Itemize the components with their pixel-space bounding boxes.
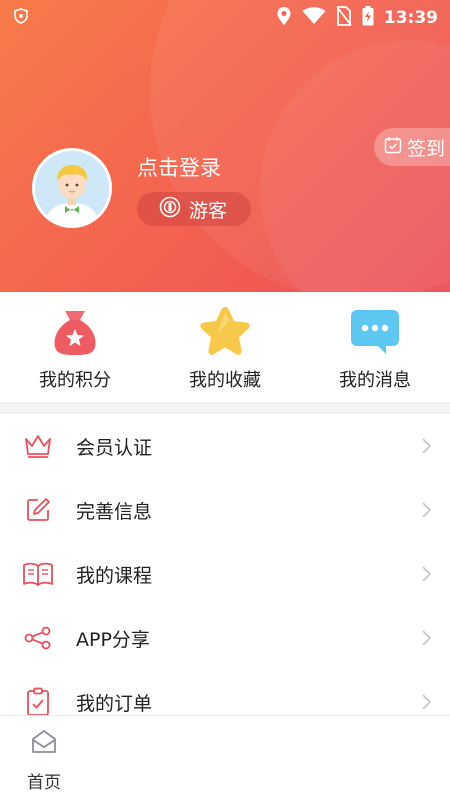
battery-charging-icon <box>362 6 374 30</box>
menu-label-share: APP分享 <box>76 628 150 651</box>
edit-icon <box>22 494 54 526</box>
menu-item-courses[interactable]: 我的课程 <box>0 542 450 606</box>
tab-home[interactable]: 首页 <box>12 728 76 793</box>
chevron-right-icon <box>420 437 432 455</box>
guest-icon <box>159 196 181 222</box>
section-divider <box>0 402 450 414</box>
chevron-right-icon <box>420 693 432 711</box>
chevron-right-icon <box>420 565 432 583</box>
bottom-tab-bar: 首页 <box>0 715 450 800</box>
menu-item-membership[interactable]: 会员认证 <box>0 414 450 478</box>
book-icon <box>22 558 54 590</box>
money-bag-icon <box>48 304 102 358</box>
quick-label-points: 我的积分 <box>39 370 111 391</box>
share-icon <box>22 622 54 654</box>
wifi-icon <box>302 7 326 29</box>
profile-header: 13:39 签到 点击登录 游客 <box>0 0 450 292</box>
default-avatar-icon <box>35 151 109 225</box>
tab-home-label: 首页 <box>27 773 61 793</box>
chevron-right-icon <box>420 629 432 647</box>
status-time: 13:39 <box>383 8 438 28</box>
menu-label-courses: 我的课程 <box>76 564 153 587</box>
message-icon <box>348 304 402 358</box>
status-bar: 13:39 <box>0 0 450 36</box>
signin-label: 签到 <box>407 137 446 160</box>
home-icon <box>30 728 58 758</box>
menu-list: 会员认证 完善信息 我的课程 APP分享 我的订单 <box>0 414 450 734</box>
login-prompt[interactable]: 点击登录 <box>137 152 221 182</box>
location-icon <box>276 6 292 30</box>
guest-badge: 游客 <box>137 192 251 226</box>
guest-label: 游客 <box>189 199 228 222</box>
avatar[interactable] <box>32 148 112 228</box>
menu-label-profile: 完善信息 <box>76 500 153 523</box>
menu-item-profile[interactable]: 完善信息 <box>0 478 450 542</box>
quick-label-messages: 我的消息 <box>339 370 411 391</box>
no-sim-icon <box>336 6 352 30</box>
quick-item-messages[interactable]: 我的消息 <box>305 304 445 392</box>
menu-item-share[interactable]: APP分享 <box>0 606 450 670</box>
star-icon <box>198 304 252 358</box>
quick-label-favorites: 我的收藏 <box>189 370 261 391</box>
quick-item-points[interactable]: 我的积分 <box>5 304 145 392</box>
crown-icon <box>22 430 54 462</box>
signin-button[interactable]: 签到 <box>374 128 450 166</box>
quick-actions: 我的积分 我的收藏 我的消息 <box>0 292 450 402</box>
menu-label-orders: 我的订单 <box>76 692 153 715</box>
shield-icon <box>14 8 28 28</box>
quick-item-favorites[interactable]: 我的收藏 <box>155 304 295 392</box>
menu-label-membership: 会员认证 <box>76 436 153 459</box>
calendar-check-icon <box>384 136 402 158</box>
chevron-right-icon <box>420 501 432 519</box>
clipboard-icon <box>22 686 54 718</box>
